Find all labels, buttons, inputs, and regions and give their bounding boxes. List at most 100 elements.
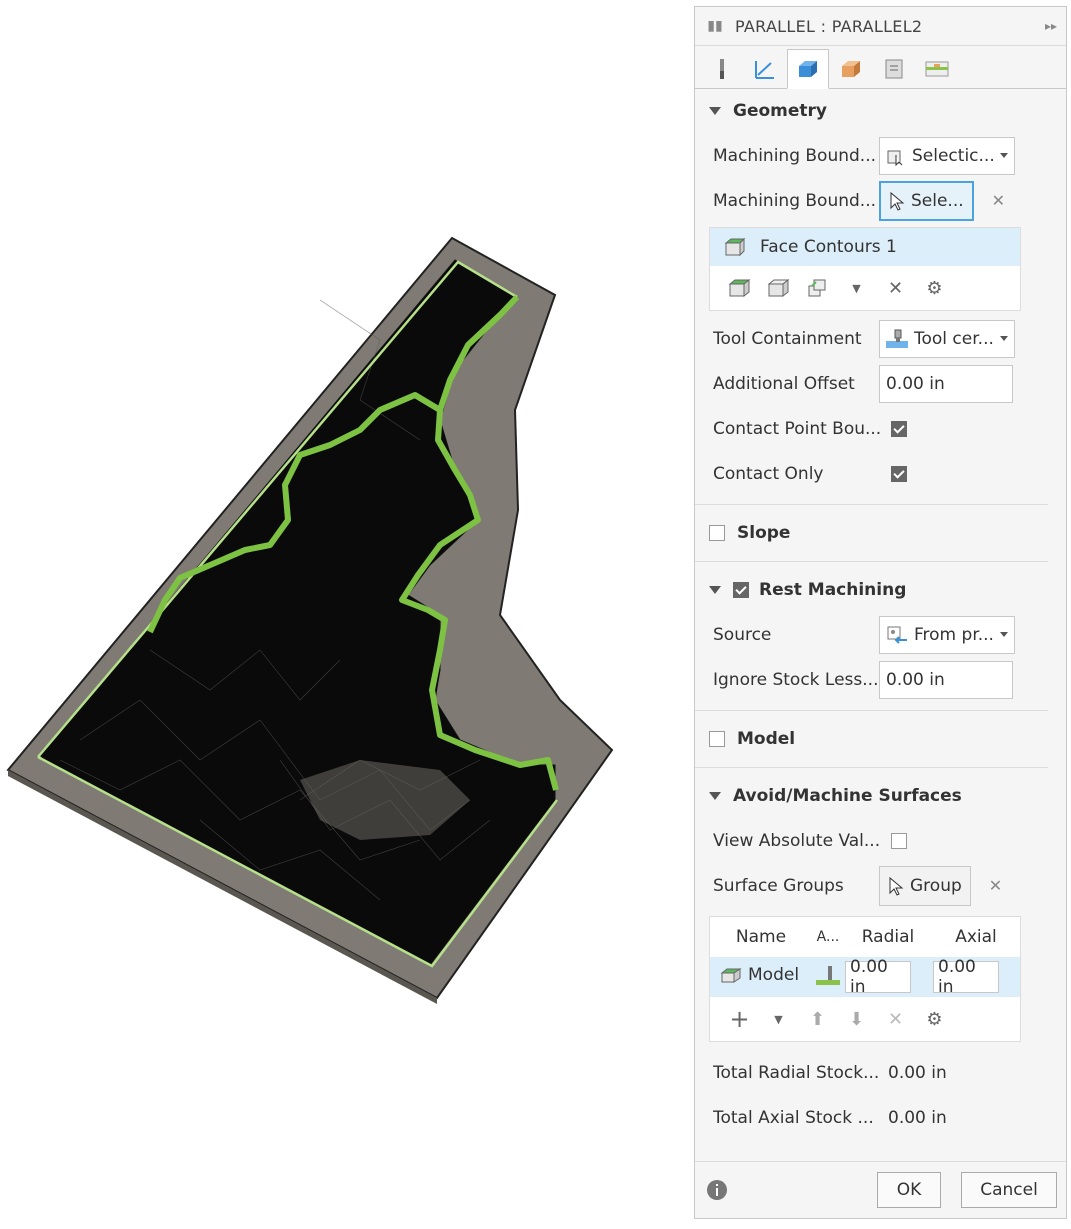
boundary-select-button[interactable]: Sele... (879, 180, 974, 221)
column-header-radial: Radial (861, 927, 915, 947)
cancel-button[interactable]: Cancel (961, 1172, 1057, 1208)
add-options-chevron-icon[interactable]: ▼ (759, 1013, 798, 1026)
axial-stock-input[interactable]: 0.00 in (933, 957, 999, 997)
graphics-viewport[interactable] (0, 0, 690, 1225)
slope-section-header[interactable]: Slope (695, 511, 1066, 555)
machining-boundary-mode-row: Machining Bound... Selectic... (695, 133, 1066, 178)
rest-machining-checkbox[interactable] (733, 582, 749, 598)
selection-toolbar: ▼ ✕ ⚙ (710, 266, 1020, 310)
clear-selection-icon[interactable]: ✕ (992, 191, 1005, 210)
machining-boundary-selection-row: Machining Bound... Sele... ✕ (695, 178, 1066, 223)
dropdown-arrow-icon (1000, 336, 1008, 341)
tab-geometry[interactable] (787, 49, 829, 89)
contact-point-boundary-checkbox[interactable] (891, 420, 907, 437)
additional-offset-row: Additional Offset 0.00 in (695, 361, 1066, 406)
settings-gear-icon[interactable]: ⚙ (915, 1009, 954, 1030)
section-divider (695, 767, 1048, 768)
tab-tool[interactable] (701, 50, 743, 88)
face-contour-add-icon[interactable] (720, 277, 759, 299)
source-value: From pr... (914, 624, 994, 645)
delete-icon[interactable]: ✕ (876, 1009, 915, 1030)
tab-heights[interactable] (744, 50, 786, 88)
model-section-header[interactable]: Model (695, 717, 1066, 761)
source-label: Source (713, 624, 772, 645)
boundary-select-icon (887, 150, 903, 166)
geometry-icon (799, 61, 817, 77)
linking-icon (885, 59, 903, 79)
tool-icon (720, 59, 724, 79)
view-absolute-checkbox[interactable] (891, 832, 907, 849)
avoid-surfaces-section-header[interactable]: Avoid/Machine Surfaces (695, 774, 1066, 818)
contact-only-checkbox[interactable] (891, 465, 907, 482)
info-icon[interactable] (705, 1178, 729, 1202)
panel-titlebar[interactable]: ▮▮ PARALLEL : PARALLEL2 ▸▸ (695, 7, 1066, 46)
collapse-triangle-icon (709, 586, 721, 594)
model-heading: Model (737, 729, 796, 749)
tab-linking[interactable] (873, 50, 915, 88)
total-axial-value: 0.00 in (888, 1107, 947, 1128)
section-divider (695, 504, 1048, 505)
ignore-stock-label: Ignore Stock Less... (713, 669, 879, 690)
machining-boundary-mode-label: Machining Bound... (713, 145, 877, 166)
tab-bar (695, 46, 1066, 89)
group-button-label: Group (910, 875, 962, 896)
silhouette-icon[interactable] (759, 277, 798, 299)
surface-groups-row: Surface Groups Group ✕ (695, 863, 1066, 908)
tab-post[interactable] (916, 50, 958, 88)
surface-groups-table: Name A... Radial Axial Model 0.00 in 0.0… (709, 916, 1021, 1042)
avoid-action-icon[interactable] (816, 964, 840, 986)
settings-gear-icon[interactable]: ⚙ (915, 278, 954, 299)
dropdown-arrow-icon (1000, 153, 1008, 158)
pocket-icon[interactable] (798, 277, 837, 299)
ignore-stock-input[interactable]: 0.00 in (879, 660, 1013, 699)
from-previous-icon (887, 626, 907, 644)
avoid-surfaces-heading: Avoid/Machine Surfaces (733, 786, 962, 806)
contact-point-boundary-label: Contact Point Bou... (713, 418, 882, 439)
surface-group-icon (720, 968, 742, 983)
move-down-icon[interactable]: ⬇ (837, 1009, 876, 1030)
clear-groups-icon[interactable]: ✕ (989, 876, 1002, 895)
geometry-section-header[interactable]: Geometry (695, 89, 1066, 133)
rest-machining-section-header[interactable]: Rest Machining (695, 568, 1066, 612)
heights-icon (755, 61, 774, 79)
panel-title: PARALLEL : PARALLEL2 (735, 16, 923, 36)
source-dropdown[interactable]: From pr... (879, 615, 1015, 654)
total-radial-value: 0.00 in (888, 1062, 947, 1083)
table-header: Name A... Radial Axial (710, 917, 1020, 957)
additional-offset-input[interactable]: 0.00 in (879, 364, 1013, 403)
dropdown-arrow-icon (1000, 632, 1008, 637)
contact-only-label: Contact Only (713, 463, 824, 484)
column-header-a: A... (816, 929, 840, 945)
source-row: Source From pr... (695, 612, 1066, 657)
list-item[interactable]: Face Contours 1 (710, 228, 1020, 266)
add-icon[interactable]: + (720, 1005, 759, 1033)
collapse-triangle-icon (709, 792, 721, 800)
machining-boundary-mode-dropdown[interactable]: Selectic... (879, 136, 1015, 175)
model-checkbox[interactable] (709, 731, 725, 747)
tool-containment-label: Tool Containment (713, 328, 862, 349)
ok-button[interactable]: OK (877, 1172, 941, 1208)
column-header-name: Name (735, 927, 787, 947)
expand-icon[interactable]: ▸▸ (1036, 19, 1066, 33)
post-icon (925, 61, 949, 77)
drag-handle-icon[interactable]: ▮▮ (695, 18, 735, 34)
section-divider (695, 561, 1048, 562)
group-select-button[interactable]: Group (879, 865, 971, 906)
slope-checkbox[interactable] (709, 525, 725, 541)
radial-stock-input[interactable]: 0.00 in (845, 957, 911, 997)
slope-heading: Slope (737, 523, 791, 543)
move-up-icon[interactable]: ⬆ (798, 1009, 837, 1030)
remove-selection-icon[interactable]: ✕ (876, 278, 915, 299)
column-header-axial: Axial (955, 927, 997, 947)
view-absolute-row: View Absolute Val... (695, 818, 1066, 863)
groups-toolbar: + ▼ ⬆ ⬇ ✕ ⚙ (710, 997, 1020, 1041)
selection-mode-chevron-icon[interactable]: ▼ (837, 282, 876, 295)
machining-boundary-mode-value: Selectic... (912, 145, 995, 166)
total-radial-label: Total Radial Stock... (713, 1062, 880, 1083)
passes-icon (842, 61, 860, 77)
boundary-selection-list: Face Contours 1 ▼ ✕ ⚙ (709, 227, 1021, 311)
boundary-select-label: Sele... (911, 190, 964, 211)
tool-containment-dropdown[interactable]: Tool cer... (879, 319, 1015, 358)
table-row[interactable]: Model 0.00 in 0.00 in (710, 957, 1020, 997)
tab-passes[interactable] (830, 50, 872, 88)
